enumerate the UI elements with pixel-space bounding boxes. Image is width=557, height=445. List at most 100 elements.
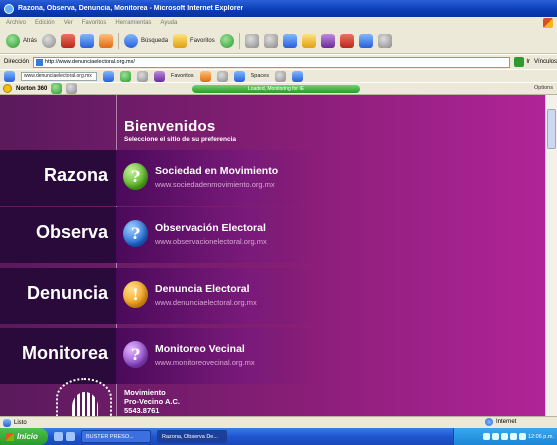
site-name-denuncia[interactable]: Denuncia Electoral [155, 283, 250, 295]
history-button[interactable] [219, 34, 234, 48]
tray-security-icon[interactable] [519, 433, 526, 440]
site-row-observa[interactable]: Observa ? Observación Electoral www.obse… [0, 207, 545, 263]
go-button[interactable]: Ir [514, 57, 530, 67]
menu-edit[interactable]: Edición [35, 20, 55, 26]
tray-messenger-icon[interactable] [510, 433, 517, 440]
security-zone: Internet [485, 418, 516, 426]
address-input[interactable]: http://www.denunciaelectoral.org.mx/ [33, 56, 511, 68]
navigation-toolbar: Atrás Búsqueda Favoritos [0, 29, 557, 54]
site-row-denuncia[interactable]: Denuncia ! Denuncia Electoral www.denunc… [0, 268, 545, 324]
search-button-label: Búsqueda [141, 38, 169, 44]
footer-line-1: Movimiento [124, 388, 166, 397]
site-url-monitoreo[interactable]: www.monitoreovecinal.org.mx [155, 358, 255, 367]
search-go-icon[interactable] [103, 70, 114, 82]
taskbar-item-razona[interactable]: Razona, Observa De... [157, 430, 227, 443]
mail-icon[interactable] [216, 70, 228, 82]
question-bubble-icon[interactable]: ? [123, 163, 148, 190]
norton-label[interactable]: Norton 360 [16, 86, 47, 92]
edit-button[interactable] [282, 34, 297, 48]
print-button[interactable] [263, 34, 278, 48]
site-row-monitorea[interactable]: Monitorea ? Monitoreo Vecinal www.monito… [0, 328, 545, 384]
star-icon [173, 34, 188, 48]
start-button-label: Inicio [17, 432, 38, 441]
menu-tools[interactable]: Herramientas [115, 20, 151, 26]
welcome-header: Bienvenidos Seleccione el sitio de su pr… [124, 118, 236, 143]
welcome-title: Bienvenidos [124, 118, 216, 135]
menu-favorites[interactable]: Favoritos [82, 20, 107, 26]
search-button[interactable]: Búsqueda [124, 34, 168, 48]
search-toolbar-input[interactable]: www.denunciaelectoral.org.mx [21, 71, 97, 81]
quick-launch-desktop-icon[interactable] [66, 432, 75, 441]
site-url-observacion[interactable]: www.observacionelectoral.org.mx [155, 237, 267, 246]
site-name-observacion[interactable]: Observación Electoral [155, 222, 266, 234]
home-button[interactable] [99, 34, 114, 48]
norton-safe-web-icon[interactable] [51, 83, 63, 94]
spaces-link[interactable]: Spaces [251, 73, 269, 79]
pencil-icon[interactable] [199, 70, 211, 82]
forward-button[interactable] [42, 34, 57, 48]
messenger-icon[interactable] [154, 70, 165, 82]
status-text: Listo [14, 419, 27, 426]
mail-button[interactable] [244, 34, 259, 48]
tray-network-icon[interactable] [483, 433, 490, 440]
favorites-button[interactable]: Favoritos [173, 34, 215, 48]
menu-view[interactable]: Ver [64, 20, 73, 26]
norton-identity-icon[interactable] [66, 83, 78, 94]
vertical-scrollbar[interactable] [545, 95, 557, 416]
settings-icon[interactable] [291, 70, 303, 82]
menu-file[interactable]: Archivo [6, 20, 26, 26]
refresh-button[interactable] [80, 34, 95, 48]
menu-help[interactable]: Ayuda [160, 20, 177, 26]
messenger-button[interactable] [320, 34, 335, 48]
address-bar: Dirección http://www.denunciaelectoral.o… [0, 55, 557, 69]
highlight-icon[interactable] [120, 70, 131, 82]
toolbar-favorites-link[interactable]: Favoritos [171, 73, 194, 79]
site-name-monitoreo[interactable]: Monitoreo Vecinal [155, 343, 245, 355]
system-tray: 12:06 p.m. [453, 428, 557, 445]
site-url-denuncia[interactable]: www.denunciaelectoral.org.mx [155, 298, 257, 307]
scrollbar-thumb[interactable] [547, 109, 556, 149]
windows-flag-icon [6, 432, 14, 441]
folder-button[interactable] [301, 34, 316, 48]
research-button[interactable] [339, 34, 354, 48]
address-label: Dirección [4, 59, 30, 65]
toolbar-extra-button[interactable] [377, 34, 392, 48]
category-razona[interactable]: Razona [0, 165, 108, 186]
go-button-label: Ir [526, 59, 530, 65]
links-button[interactable]: Vínculos [534, 59, 557, 65]
quick-launch-ie-icon[interactable] [54, 432, 63, 441]
exclamation-bubble-icon[interactable]: ! [123, 281, 148, 308]
tray-clock[interactable]: 12:06 p.m. [528, 434, 554, 440]
question-bubble-icon[interactable]: ? [123, 341, 148, 368]
page-status-icon [3, 418, 11, 427]
category-monitorea[interactable]: Monitorea [0, 343, 108, 364]
taskbar-item-buster[interactable]: BUSTER PRESO... [81, 430, 151, 443]
question-bubble-icon[interactable]: ? [123, 220, 148, 247]
category-denuncia[interactable]: Denuncia [0, 283, 108, 304]
norton-options-button[interactable]: Options [534, 85, 553, 91]
quick-launch [54, 432, 75, 441]
contacts-icon[interactable] [274, 70, 286, 82]
site-row-razona[interactable]: Razona ? Sociedad en Movimiento www.soci… [0, 150, 545, 206]
back-button-label: Atrás [23, 38, 38, 44]
site-name-sociedad[interactable]: Sociedad en Movimiento [155, 165, 278, 177]
footer-organization: Movimiento Pro-Vecino A.C. 5543.8761 [124, 388, 180, 415]
popup-blocker-icon[interactable] [137, 70, 148, 82]
tray-volume-icon[interactable] [492, 433, 499, 440]
start-button[interactable]: Inicio [0, 428, 48, 445]
category-observa[interactable]: Observa [0, 222, 108, 243]
back-button[interactable]: Atrás [6, 34, 37, 48]
site-url-sociedad[interactable]: www.sociedadenmovimiento.org.mx [155, 180, 275, 189]
address-url: http://www.denunciaelectoral.org.mx/ [45, 59, 135, 65]
stop-button[interactable] [61, 34, 76, 48]
zone-label: Internet [496, 419, 517, 425]
spaces-icon [233, 70, 245, 82]
page-content: Bienvenidos Seleccione el sitio de su pr… [0, 95, 557, 416]
media-button[interactable] [358, 34, 373, 48]
norton-check-icon [3, 84, 12, 93]
go-arrow-icon [514, 57, 525, 67]
menu-bar: Archivo Edición Ver Favoritos Herramient… [0, 17, 557, 29]
search-toolbar: www.denunciaelectoral.org.mx Favoritos S… [0, 70, 557, 82]
norton-status-bar: Loaded, Monitoring for IE [192, 85, 360, 93]
tray-norton-icon[interactable] [501, 433, 508, 440]
